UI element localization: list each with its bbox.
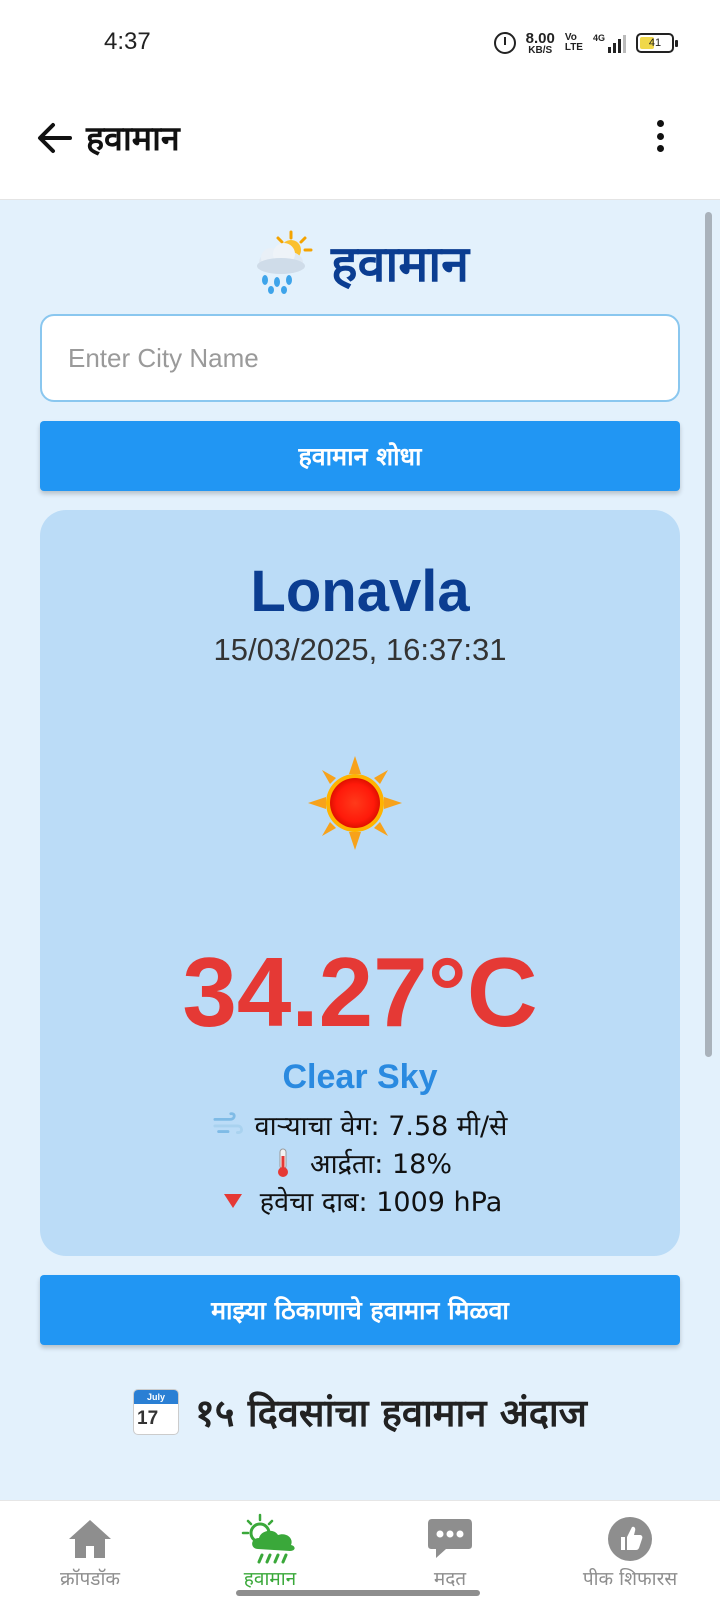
temperature: 34.27°C [182, 937, 538, 1047]
nav-label-weather: हवामान [243, 1568, 297, 1590]
forecast-title: १५ दिवसांचा हवामान अंदाज [195, 1391, 587, 1435]
city-name: Lonavla [250, 559, 470, 624]
weather-card: Lonavla 15/03/2025, 16:37:31 34.27°C Cle… [40, 510, 680, 1256]
humidity-row: आर्द्रता: 18% [40, 1144, 680, 1181]
more-vertical-icon [656, 120, 664, 127]
thumbs-up-icon [600, 1515, 660, 1563]
app-title: हवामान [86, 119, 180, 159]
pressure-text: हवेचा दाब: 1009 hPa [259, 1187, 503, 1218]
wind-icon [213, 1110, 243, 1140]
page-heading: हवामान [0, 228, 720, 296]
network-speed: 8.00 KB/S [526, 31, 555, 56]
network-speed-unit: KB/S [528, 44, 553, 56]
pressure-row: हवेचा दाब: 1009 hPa [40, 1182, 680, 1219]
content-area[interactable]: हवामान हवामान शोधा Lonavla 15/03/2025, 1… [0, 200, 720, 1500]
nav-label-crop-recommendation: पीक शिफारस [582, 1568, 678, 1590]
sun-icon [308, 756, 402, 850]
network-type: 4G [592, 33, 605, 43]
network-speed-value: 8.00 [525, 29, 555, 47]
cloud-rain-sun-icon [251, 230, 313, 294]
chat-icon [420, 1515, 480, 1563]
signal-icon: 4G [593, 33, 626, 53]
arrow-left-icon [38, 123, 72, 153]
battery-level: 41 [648, 37, 662, 49]
wind-speed-text: वाऱ्याचा वेग: 7.58 मी/से [254, 1111, 508, 1142]
bottom-navigation: क्रॉपडॉक हवामान मदत पीक शिफारस [0, 1500, 720, 1600]
page-title: हवामान [331, 235, 469, 293]
battery-icon: 41 [636, 33, 678, 53]
app-bar: हवामान [0, 90, 720, 200]
status-bar: 4:37 8.00 KB/S Vo LTE 4G 41 [0, 0, 720, 90]
wind-speed-row: वाऱ्याचा वेग: 7.58 मी/से [40, 1106, 680, 1143]
nav-label-cropdoc: क्रॉपडॉक [60, 1568, 120, 1590]
home-indicator[interactable] [236, 1590, 480, 1596]
humidity-text: आर्द्रता: 18% [309, 1149, 452, 1180]
city-input[interactable] [40, 314, 680, 402]
weather-description: Clear Sky [282, 1058, 438, 1096]
nav-item-weather[interactable]: हवामान [180, 1501, 360, 1600]
scrollbar[interactable] [705, 212, 712, 1057]
weather-datetime: 15/03/2025, 16:37:31 [213, 632, 507, 667]
nav-item-cropdoc[interactable]: क्रॉपडॉक [0, 1501, 180, 1600]
nav-label-help: मदत [433, 1568, 467, 1590]
more-options-button[interactable] [650, 116, 670, 156]
search-weather-button[interactable]: हवामान शोधा [40, 421, 680, 491]
status-icons: 8.00 KB/S Vo LTE 4G 41 [493, 26, 678, 60]
forecast-heading: July 17 १५ दिवसांचा हवामान अंदाज [0, 1386, 720, 1438]
volte-icon: Vo LTE [565, 33, 583, 53]
alarm-icon [493, 32, 516, 54]
get-location-weather-button[interactable]: माझ्या ठिकाणाचे हवामान मिळवा [40, 1275, 680, 1345]
status-time: 4:37 [104, 28, 151, 55]
calendar-month: July [134, 1390, 179, 1404]
back-button[interactable] [32, 116, 76, 160]
volte-bottom: LTE [564, 42, 583, 53]
home-icon [60, 1515, 120, 1563]
calendar-icon: July 17 [133, 1389, 180, 1435]
thermometer-icon [268, 1148, 298, 1178]
calendar-day: 17 [137, 1408, 159, 1429]
nav-item-crop-recommendation[interactable]: पीक शिफारस [540, 1501, 720, 1600]
nav-item-help[interactable]: मदत [360, 1501, 540, 1600]
weather-rain-icon [240, 1513, 300, 1564]
triangle-down-icon [218, 1186, 248, 1216]
